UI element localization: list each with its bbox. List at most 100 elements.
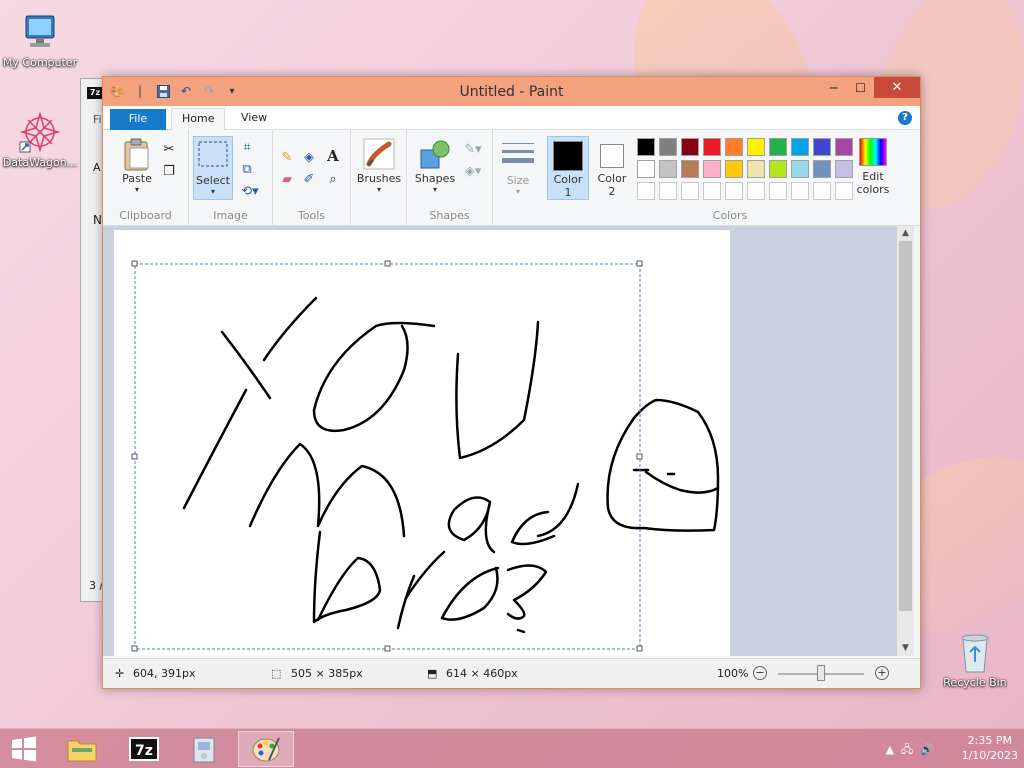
minimize-button[interactable]: ─	[820, 77, 847, 98]
palette-swatch[interactable]	[791, 138, 809, 156]
group-clipboard: Paste ▾ ✂ ❐ Clipboard	[103, 130, 189, 226]
tab-file[interactable]: File	[110, 109, 166, 130]
canvas-workspace[interactable]	[103, 226, 898, 656]
network-icon[interactable]: 🖧	[901, 743, 913, 756]
palette-swatch-empty[interactable]	[681, 182, 699, 200]
taskbar-7zip[interactable]: 7z	[116, 731, 172, 767]
show-hidden-icons-icon[interactable]: ▲	[886, 743, 894, 756]
palette-swatch[interactable]	[637, 160, 655, 178]
maximize-button[interactable]: ☐	[847, 77, 874, 98]
crop-icon[interactable]: ⌗	[239, 140, 255, 156]
taskbar-paint[interactable]	[238, 731, 294, 767]
group-label: Clipboard	[119, 209, 172, 222]
eraser-icon[interactable]: ▰	[279, 172, 295, 188]
shape-fill-icon[interactable]: ◈▾	[461, 164, 485, 180]
color1-button[interactable]: Color 1	[547, 136, 589, 200]
fill-icon[interactable]: ◈	[301, 150, 317, 166]
shapes-button[interactable]: Shapes ▾	[411, 138, 459, 194]
palette-swatch-empty[interactable]	[637, 182, 655, 200]
group-shapes: Shapes ▾ ✎▾ ◈▾ Shapes	[407, 130, 493, 226]
desktop-icon-label: My Computer	[2, 56, 78, 69]
group-label: Shapes	[429, 209, 470, 222]
copy-icon[interactable]: ❐	[161, 164, 177, 180]
palette-swatch[interactable]	[747, 160, 765, 178]
window-title: Untitled - Paint	[459, 84, 564, 100]
scrollbar-thumb[interactable]	[899, 241, 912, 611]
palette-swatch-empty[interactable]	[747, 182, 765, 200]
text-icon[interactable]: A	[325, 148, 341, 164]
edit-colors-button[interactable]: Edit colors	[851, 136, 895, 196]
7zip-icon: 7z	[87, 87, 103, 99]
desktop-icon-label: DataWagon...	[2, 156, 78, 169]
canvas-size: 614 × 460px	[446, 667, 518, 680]
drawing-canvas[interactable]	[114, 230, 730, 656]
pencil-icon[interactable]: ✎	[279, 150, 295, 166]
palette-swatch[interactable]	[703, 160, 721, 178]
tab-home[interactable]: Home	[171, 108, 226, 130]
folder-icon	[67, 740, 97, 762]
palette-swatch-empty[interactable]	[725, 182, 743, 200]
color2-swatch	[600, 144, 624, 168]
resize-icon[interactable]: ⧉	[239, 162, 255, 178]
title-bar[interactable]: 🎨 | ↶ ↷ ▾ Untitled - Paint ─ ☐ ✕	[103, 77, 920, 106]
outline-icon[interactable]: ✎▾	[461, 142, 485, 158]
color2-number: 2	[608, 185, 616, 198]
group-colors: Color 1 Color 2 Edit colors Colors	[543, 130, 917, 226]
vertical-scrollbar[interactable]: ▲ ▼	[897, 226, 914, 656]
palette-swatch[interactable]	[725, 138, 743, 156]
taskbar-installer[interactable]	[176, 731, 232, 767]
select-button[interactable]: Select ▾	[193, 136, 233, 200]
desktop-icon-datawagon[interactable]: DataWagon...	[0, 110, 80, 169]
palette-swatch-empty[interactable]	[659, 182, 677, 200]
desktop-icon-label: Recycle Bin	[943, 676, 1007, 689]
color-picker-icon[interactable]: ✐	[301, 172, 317, 188]
volume-icon[interactable]: 🔊	[920, 743, 934, 756]
close-button[interactable]: ✕	[874, 77, 920, 98]
color2-button[interactable]: Color 2	[591, 136, 633, 200]
palette-swatch[interactable]	[747, 138, 765, 156]
palette-swatch[interactable]	[659, 160, 677, 178]
scroll-down-arrow-icon[interactable]: ▼	[897, 641, 914, 656]
palette-swatch-empty[interactable]	[813, 182, 831, 200]
help-icon[interactable]: ?	[898, 111, 912, 125]
scroll-up-arrow-icon[interactable]: ▲	[897, 226, 914, 241]
7zip-icon: 7z	[129, 737, 159, 761]
desktop-icon-my-computer[interactable]: My Computer	[0, 10, 80, 69]
group-label: Image	[213, 209, 248, 222]
ribbon-tabs: File Home View ?	[103, 106, 920, 130]
palette-swatch[interactable]	[791, 160, 809, 178]
rotate-icon[interactable]: ⟲▾	[239, 184, 261, 200]
palette-swatch[interactable]	[813, 138, 831, 156]
zoom-out-button[interactable]: −	[753, 666, 767, 680]
zoom-in-button[interactable]: +	[875, 666, 889, 680]
palette-swatch-empty[interactable]	[791, 182, 809, 200]
size-button[interactable]: Size ▾	[497, 140, 539, 196]
paint-window[interactable]: 🎨 | ↶ ↷ ▾ Untitled - Paint ─ ☐ ✕ File Ho…	[102, 76, 921, 689]
edit-colors-label-2: colors	[856, 183, 890, 196]
brushes-button[interactable]: Brushes ▾	[355, 138, 403, 194]
start-button[interactable]	[0, 731, 48, 767]
palette-swatch[interactable]	[769, 160, 787, 178]
taskbar-file-explorer[interactable]	[54, 731, 110, 767]
palette-swatch[interactable]	[725, 160, 743, 178]
cut-icon[interactable]: ✂	[161, 142, 177, 158]
column-fragment: N	[93, 213, 102, 227]
tab-view[interactable]: View	[231, 108, 277, 130]
clock[interactable]: 2:35 PM 1/10/2023	[962, 733, 1018, 763]
palette-swatch[interactable]	[681, 160, 699, 178]
palette-swatch[interactable]	[637, 138, 655, 156]
palette-swatch[interactable]	[769, 138, 787, 156]
color1-number: 1	[564, 186, 572, 199]
palette-swatch[interactable]	[813, 160, 831, 178]
palette-swatch[interactable]	[681, 138, 699, 156]
palette-swatch-empty[interactable]	[703, 182, 721, 200]
magnifier-icon[interactable]: ⌕	[325, 172, 341, 188]
palette-swatch-empty[interactable]	[769, 182, 787, 200]
computer-icon	[18, 10, 62, 54]
palette-swatch[interactable]	[659, 138, 677, 156]
paste-button[interactable]: Paste ▾	[117, 138, 157, 194]
zoom-slider-thumb[interactable]	[817, 665, 825, 681]
line-width-icon	[502, 140, 534, 168]
palette-swatch[interactable]	[703, 138, 721, 156]
desktop-icon-recycle-bin[interactable]: Recycle Bin	[935, 630, 1015, 689]
